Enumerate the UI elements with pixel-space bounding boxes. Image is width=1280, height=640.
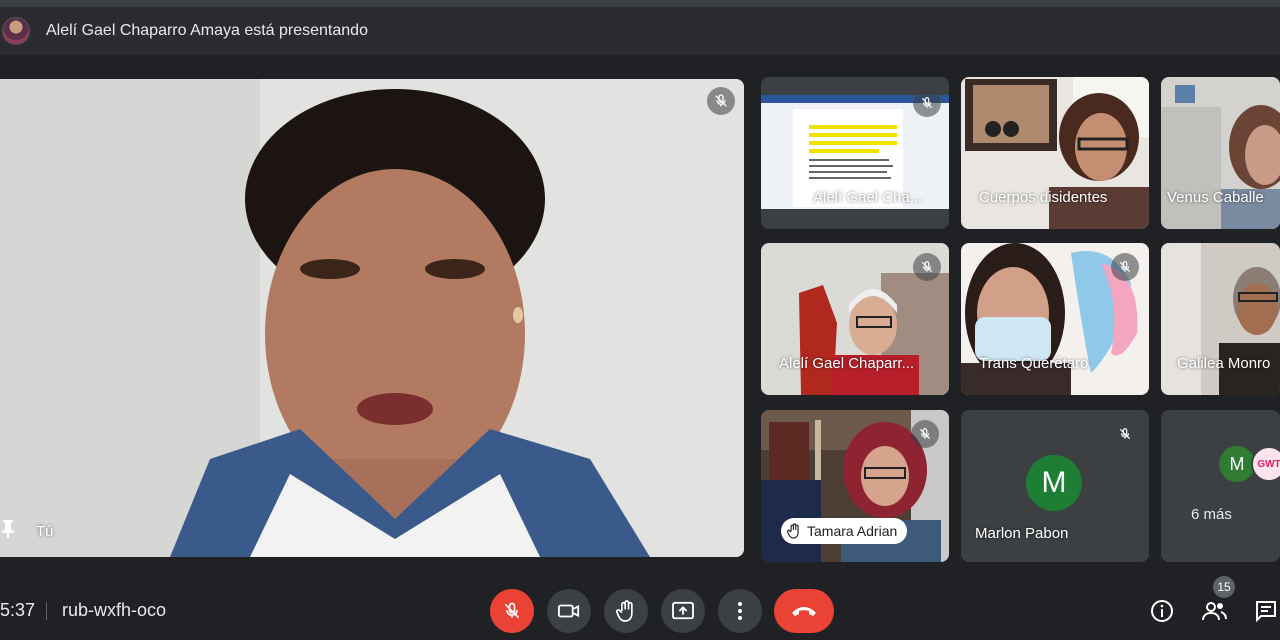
mic-off-icon — [921, 261, 933, 273]
pin-icon[interactable] — [0, 519, 16, 539]
avatar: M — [1219, 446, 1255, 482]
mic-off-icon — [1119, 428, 1131, 440]
avatar-logo: GWT — [1251, 446, 1280, 482]
main-video-feed — [0, 79, 744, 557]
present-screen-button[interactable] — [661, 589, 705, 633]
tile-name: Alelí Gael Cha... — [813, 189, 923, 206]
more-participants-tile[interactable]: M GWT 6 más — [1161, 410, 1280, 562]
tile-name: Marlon Pabon — [975, 525, 1069, 542]
raised-hand-pill: Tamara Adrian — [781, 518, 908, 544]
video-feed — [961, 77, 1149, 229]
main-video-tile[interactable]: Tú — [0, 79, 744, 557]
meeting-time: 5:37 — [0, 600, 36, 620]
separator — [46, 602, 47, 620]
mic-off-icon — [921, 97, 933, 109]
avatar: M — [1026, 455, 1082, 511]
tile-name: Galilea Monro — [1177, 355, 1271, 372]
presenting-text: Alelí Gael Chaparro Amaya está presentan… — [46, 22, 368, 39]
meeting-code[interactable]: rub-wxfh-oco — [62, 600, 166, 621]
mic-off-icon — [919, 428, 931, 440]
tile-name: Tamara Adrian — [807, 523, 898, 539]
more-options-button[interactable] — [718, 589, 762, 633]
tile-name: Alelí Gael Chaparr... — [779, 355, 915, 372]
end-call-icon — [792, 607, 816, 616]
leave-call-button[interactable] — [774, 589, 834, 633]
info-icon — [1151, 600, 1173, 622]
mic-off-icon — [1119, 261, 1131, 273]
tile-mic-off-badge — [1111, 420, 1139, 448]
raised-hand-icon — [787, 523, 799, 539]
raise-hand-icon — [616, 600, 633, 622]
present-icon — [672, 601, 694, 620]
participant-tile-presentation[interactable]: Alelí Gael Cha... — [761, 77, 949, 229]
more-participants-label: 6 más — [1191, 506, 1232, 523]
people-icon — [1202, 602, 1227, 621]
camera-icon — [558, 604, 580, 618]
participant-tile[interactable]: Galilea Monro — [1161, 243, 1280, 395]
participants-count-badge: 15 — [1213, 576, 1235, 598]
participants-button[interactable] — [1200, 597, 1228, 625]
participant-tile-active[interactable]: Venus Caballe — [1161, 77, 1280, 229]
video-feed — [1161, 243, 1280, 395]
participant-tile[interactable]: Trans Querétaro — [961, 243, 1149, 395]
meeting-details-button[interactable] — [1148, 597, 1176, 625]
participant-tile[interactable]: Cuerpos disidentes — [961, 77, 1149, 229]
participant-tile[interactable]: Tamara Adrian — [761, 410, 949, 562]
presenter-avatar — [2, 17, 30, 45]
chat-icon — [1256, 601, 1276, 623]
main-tile-name: Tú — [36, 523, 54, 540]
chat-button[interactable] — [1252, 597, 1280, 625]
tile-mic-off-badge — [913, 89, 941, 117]
raise-hand-button[interactable] — [604, 589, 648, 633]
participant-tile[interactable]: Alelí Gael Chaparr... — [761, 243, 949, 395]
bottom-toolbar: 5:37 rub-wxfh-oco 15 — [0, 576, 1280, 640]
more-vert-icon — [738, 602, 742, 620]
more-avatars: M GWT — [1219, 446, 1280, 482]
presenting-banner: Alelí Gael Chaparro Amaya está presentan… — [0, 7, 1280, 55]
participant-tile[interactable]: M Marlon Pabon — [961, 410, 1149, 562]
tile-name: Cuerpos disidentes — [979, 189, 1108, 206]
camera-toggle-button[interactable] — [547, 589, 591, 633]
tile-name: Trans Querétaro — [979, 355, 1089, 372]
video-feed — [1161, 77, 1280, 229]
tile-name: Venus Caballe — [1167, 189, 1264, 206]
mic-toggle-button[interactable] — [490, 589, 534, 633]
tile-mic-off-badge — [1111, 253, 1139, 281]
mic-off-icon — [715, 94, 727, 107]
top-strip — [0, 0, 1280, 7]
tile-mic-off-badge — [913, 253, 941, 281]
main-mic-off-badge — [707, 87, 735, 115]
mic-off-icon — [504, 602, 520, 619]
tile-mic-off-badge — [911, 420, 939, 448]
